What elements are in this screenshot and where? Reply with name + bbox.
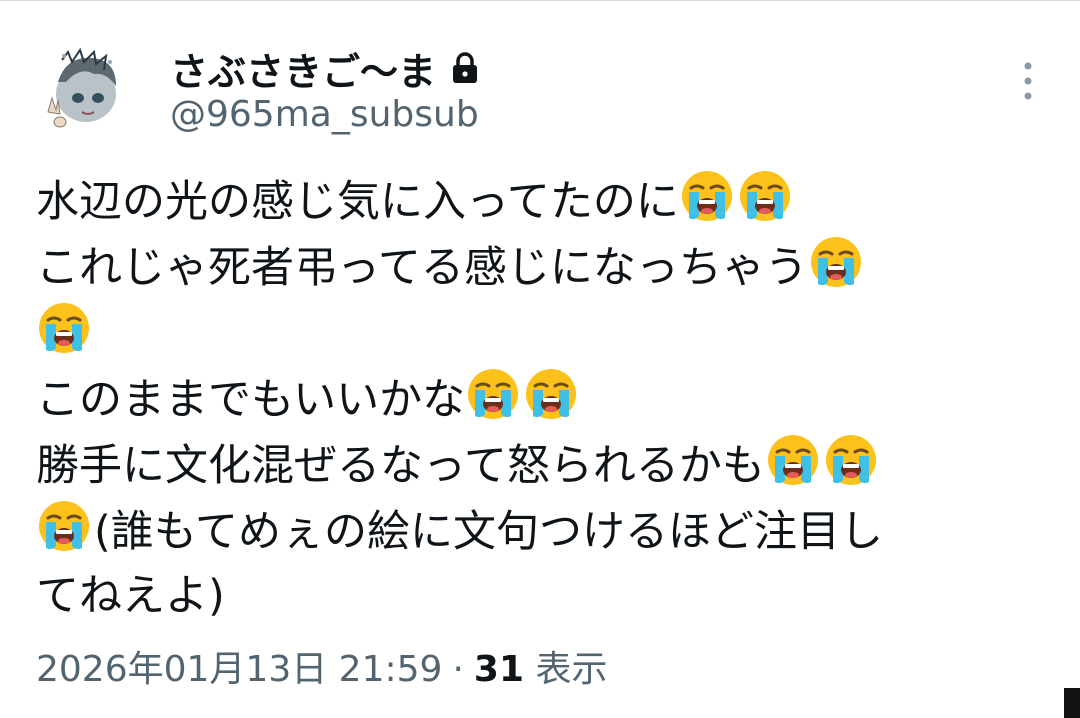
loudly-crying-face-icon — [808, 234, 864, 290]
more-options-button[interactable] — [1010, 58, 1046, 104]
tweet-meta: 2026年01月13日 21:59 · 31 表示 — [36, 640, 607, 692]
tweet-line-text: 水辺の光の感じ気に入ってたのに — [36, 177, 679, 227]
tweet-line-text: 勝手に文化混ぜるなって怒られるかも — [36, 441, 765, 491]
tweet-card: さぶさきご〜ま @965ma_subsub 水辺の光の感じ気に入ってたのに これ… — [0, 0, 1080, 718]
loudly-crying-face-icon — [765, 432, 821, 488]
tweet-line-text: このままでもいいかな — [36, 375, 466, 425]
tweet-line — [36, 300, 1036, 366]
avatar-illustration-icon — [36, 42, 132, 138]
tweet-line-text: これじゃ死者弔ってる感じになっちゃう — [36, 243, 808, 293]
display-name[interactable]: さぶさきご〜ま — [170, 41, 436, 96]
loudly-crying-face-icon — [36, 300, 92, 356]
lock-icon — [450, 51, 480, 85]
tweet-line: 水辺の光の感じ気に入ってたのに — [36, 168, 1036, 234]
tweet-timestamp[interactable]: 2026年01月13日 21:59 — [36, 649, 442, 690]
views-count: 31 — [473, 649, 524, 690]
tweet-text: 水辺の光の感じ気に入ってたのに これじゃ死者弔ってる感じになっちゃう このままで… — [36, 168, 1036, 628]
loudly-crying-face-icon — [737, 168, 793, 224]
tweet-line: これじゃ死者弔ってる感じになっちゃう — [36, 234, 1036, 300]
loudly-crying-face-icon — [465, 366, 521, 422]
scrollbar-edge — [1064, 688, 1080, 718]
more-vertical-icon — [1024, 62, 1032, 100]
tweet-line-text: てねえよ) — [36, 571, 225, 621]
views-label: 表示 — [535, 649, 608, 690]
display-name-row: さぶさきご〜ま — [170, 40, 480, 96]
loudly-crying-face-icon — [679, 168, 735, 224]
author-avatar[interactable] — [36, 42, 132, 138]
loudly-crying-face-icon — [36, 498, 92, 554]
loudly-crying-face-icon — [523, 366, 579, 422]
tweet-line: (誰もてめぇの絵に文句つけるほど注目し — [36, 498, 1036, 564]
tweet-line-text: (誰もてめぇの絵に文句つけるほど注目し — [94, 507, 884, 557]
author-handle[interactable]: @965ma_subsub — [170, 94, 479, 135]
meta-separator: · — [452, 649, 464, 690]
tweet-line: このままでもいいかな — [36, 366, 1036, 432]
tweet-line: 勝手に文化混ぜるなって怒られるかも — [36, 432, 1036, 498]
tweet-line: てねえよ) — [36, 564, 1036, 628]
loudly-crying-face-icon — [823, 432, 879, 488]
